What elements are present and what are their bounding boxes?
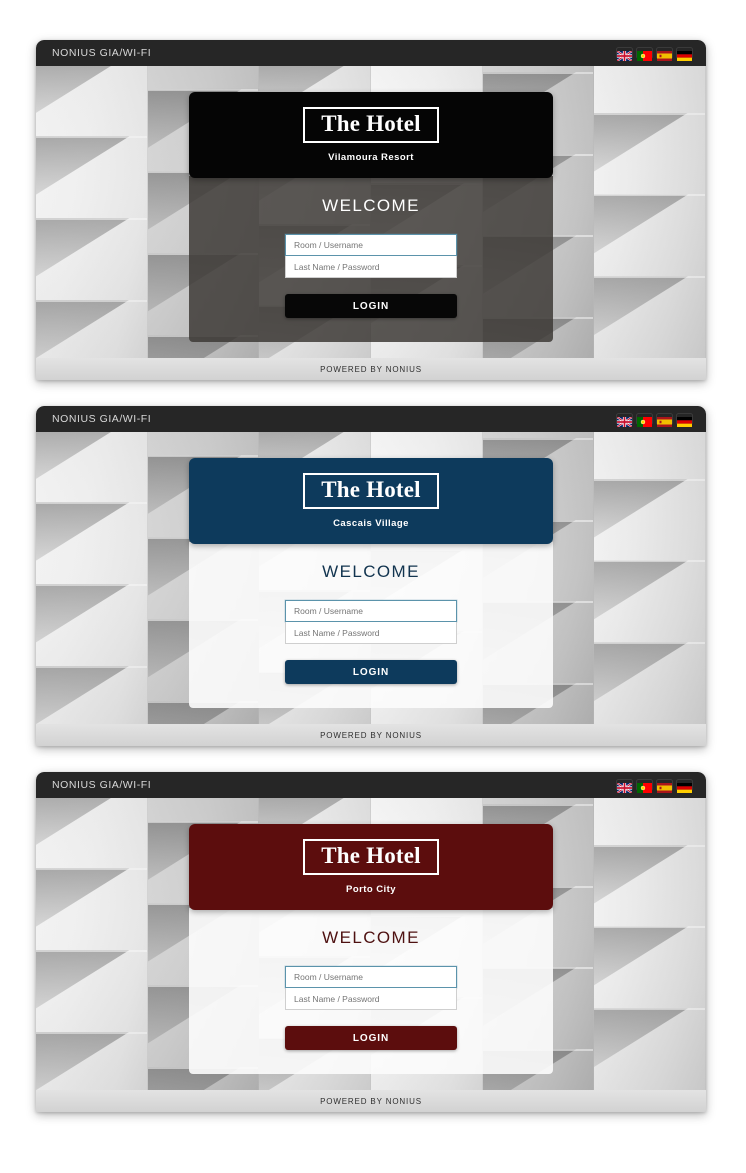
flag-spanish-icon[interactable] [657, 48, 672, 61]
captive-portal-theme-showcase: NONIUS GIA/WI-FI The Hotel Vilamoura Res… [0, 0, 746, 1173]
flag-portuguese-icon[interactable] [637, 414, 652, 427]
login-button[interactable]: LOGIN [285, 1026, 457, 1050]
portal-panel-porto: NONIUS GIA/WI-FI The Hotel Porto City WE… [36, 772, 706, 1112]
flag-german-icon[interactable] [677, 414, 692, 427]
username-input[interactable] [285, 600, 457, 622]
language-flag-list [616, 780, 692, 794]
flag-spanish-icon[interactable] [657, 414, 672, 427]
hotel-brand-title: The Hotel [321, 842, 421, 868]
portal-topbar-title: NONIUS GIA/WI-FI [52, 413, 152, 425]
hotel-brand-title: The Hotel [321, 110, 421, 136]
flag-spanish-icon[interactable] [657, 780, 672, 793]
portal-topbar: NONIUS GIA/WI-FI [36, 772, 706, 798]
hotel-brand-box: The Hotel [303, 472, 439, 510]
login-form: WELCOME LOGIN [189, 908, 553, 1074]
powered-by-label: POWERED BY NONIUS [320, 730, 422, 740]
portal-topbar-title: NONIUS GIA/WI-FI [52, 779, 152, 791]
welcome-heading: WELCOME [322, 562, 420, 581]
portal-footer: POWERED BY NONIUS [36, 358, 706, 380]
hotel-brand-header: The Hotel Vilamoura Resort [189, 92, 553, 178]
hotel-brand-title: The Hotel [321, 476, 421, 502]
hotel-brand-subtitle: Porto City [346, 884, 396, 896]
hotel-brand-subtitle: Cascais Village [333, 518, 409, 530]
login-card: The Hotel Cascais Village WELCOME LOGIN [189, 458, 553, 708]
hotel-brand-header: The Hotel Cascais Village [189, 458, 553, 544]
portal-topbar-title: NONIUS GIA/WI-FI [52, 47, 152, 59]
powered-by-label: POWERED BY NONIUS [320, 364, 422, 374]
login-button[interactable]: LOGIN [285, 660, 457, 684]
portal-panel-vilamoura: NONIUS GIA/WI-FI The Hotel Vilamoura Res… [36, 40, 706, 380]
hotel-brand-subtitle: Vilamoura Resort [328, 152, 414, 164]
password-input[interactable] [285, 622, 457, 644]
login-form: WELCOME LOGIN [189, 176, 553, 342]
hotel-brand-box: The Hotel [303, 106, 439, 144]
portal-footer: POWERED BY NONIUS [36, 1090, 706, 1112]
language-flag-list [616, 414, 692, 428]
flag-english-icon[interactable] [616, 414, 633, 428]
hotel-brand-header: The Hotel Porto City [189, 824, 553, 910]
login-form: WELCOME LOGIN [189, 542, 553, 708]
flag-german-icon[interactable] [677, 48, 692, 61]
language-flag-list [616, 48, 692, 62]
password-input[interactable] [285, 256, 457, 278]
portal-topbar: NONIUS GIA/WI-FI [36, 40, 706, 66]
login-card: The Hotel Porto City WELCOME LOGIN [189, 824, 553, 1074]
portal-panel-cascais: NONIUS GIA/WI-FI The Hotel Cascais Villa… [36, 406, 706, 746]
welcome-heading: WELCOME [322, 928, 420, 947]
username-input[interactable] [285, 234, 457, 256]
powered-by-label: POWERED BY NONIUS [320, 1096, 422, 1106]
flag-german-icon[interactable] [677, 780, 692, 793]
login-card: The Hotel Vilamoura Resort WELCOME LOGIN [189, 92, 553, 342]
password-input[interactable] [285, 988, 457, 1010]
flag-portuguese-icon[interactable] [637, 780, 652, 793]
flag-portuguese-icon[interactable] [637, 48, 652, 61]
portal-footer: POWERED BY NONIUS [36, 724, 706, 746]
username-input[interactable] [285, 966, 457, 988]
hotel-brand-box: The Hotel [303, 838, 439, 876]
login-button[interactable]: LOGIN [285, 294, 457, 318]
portal-topbar: NONIUS GIA/WI-FI [36, 406, 706, 432]
welcome-heading: WELCOME [322, 196, 420, 215]
flag-english-icon[interactable] [616, 48, 633, 62]
flag-english-icon[interactable] [616, 780, 633, 794]
